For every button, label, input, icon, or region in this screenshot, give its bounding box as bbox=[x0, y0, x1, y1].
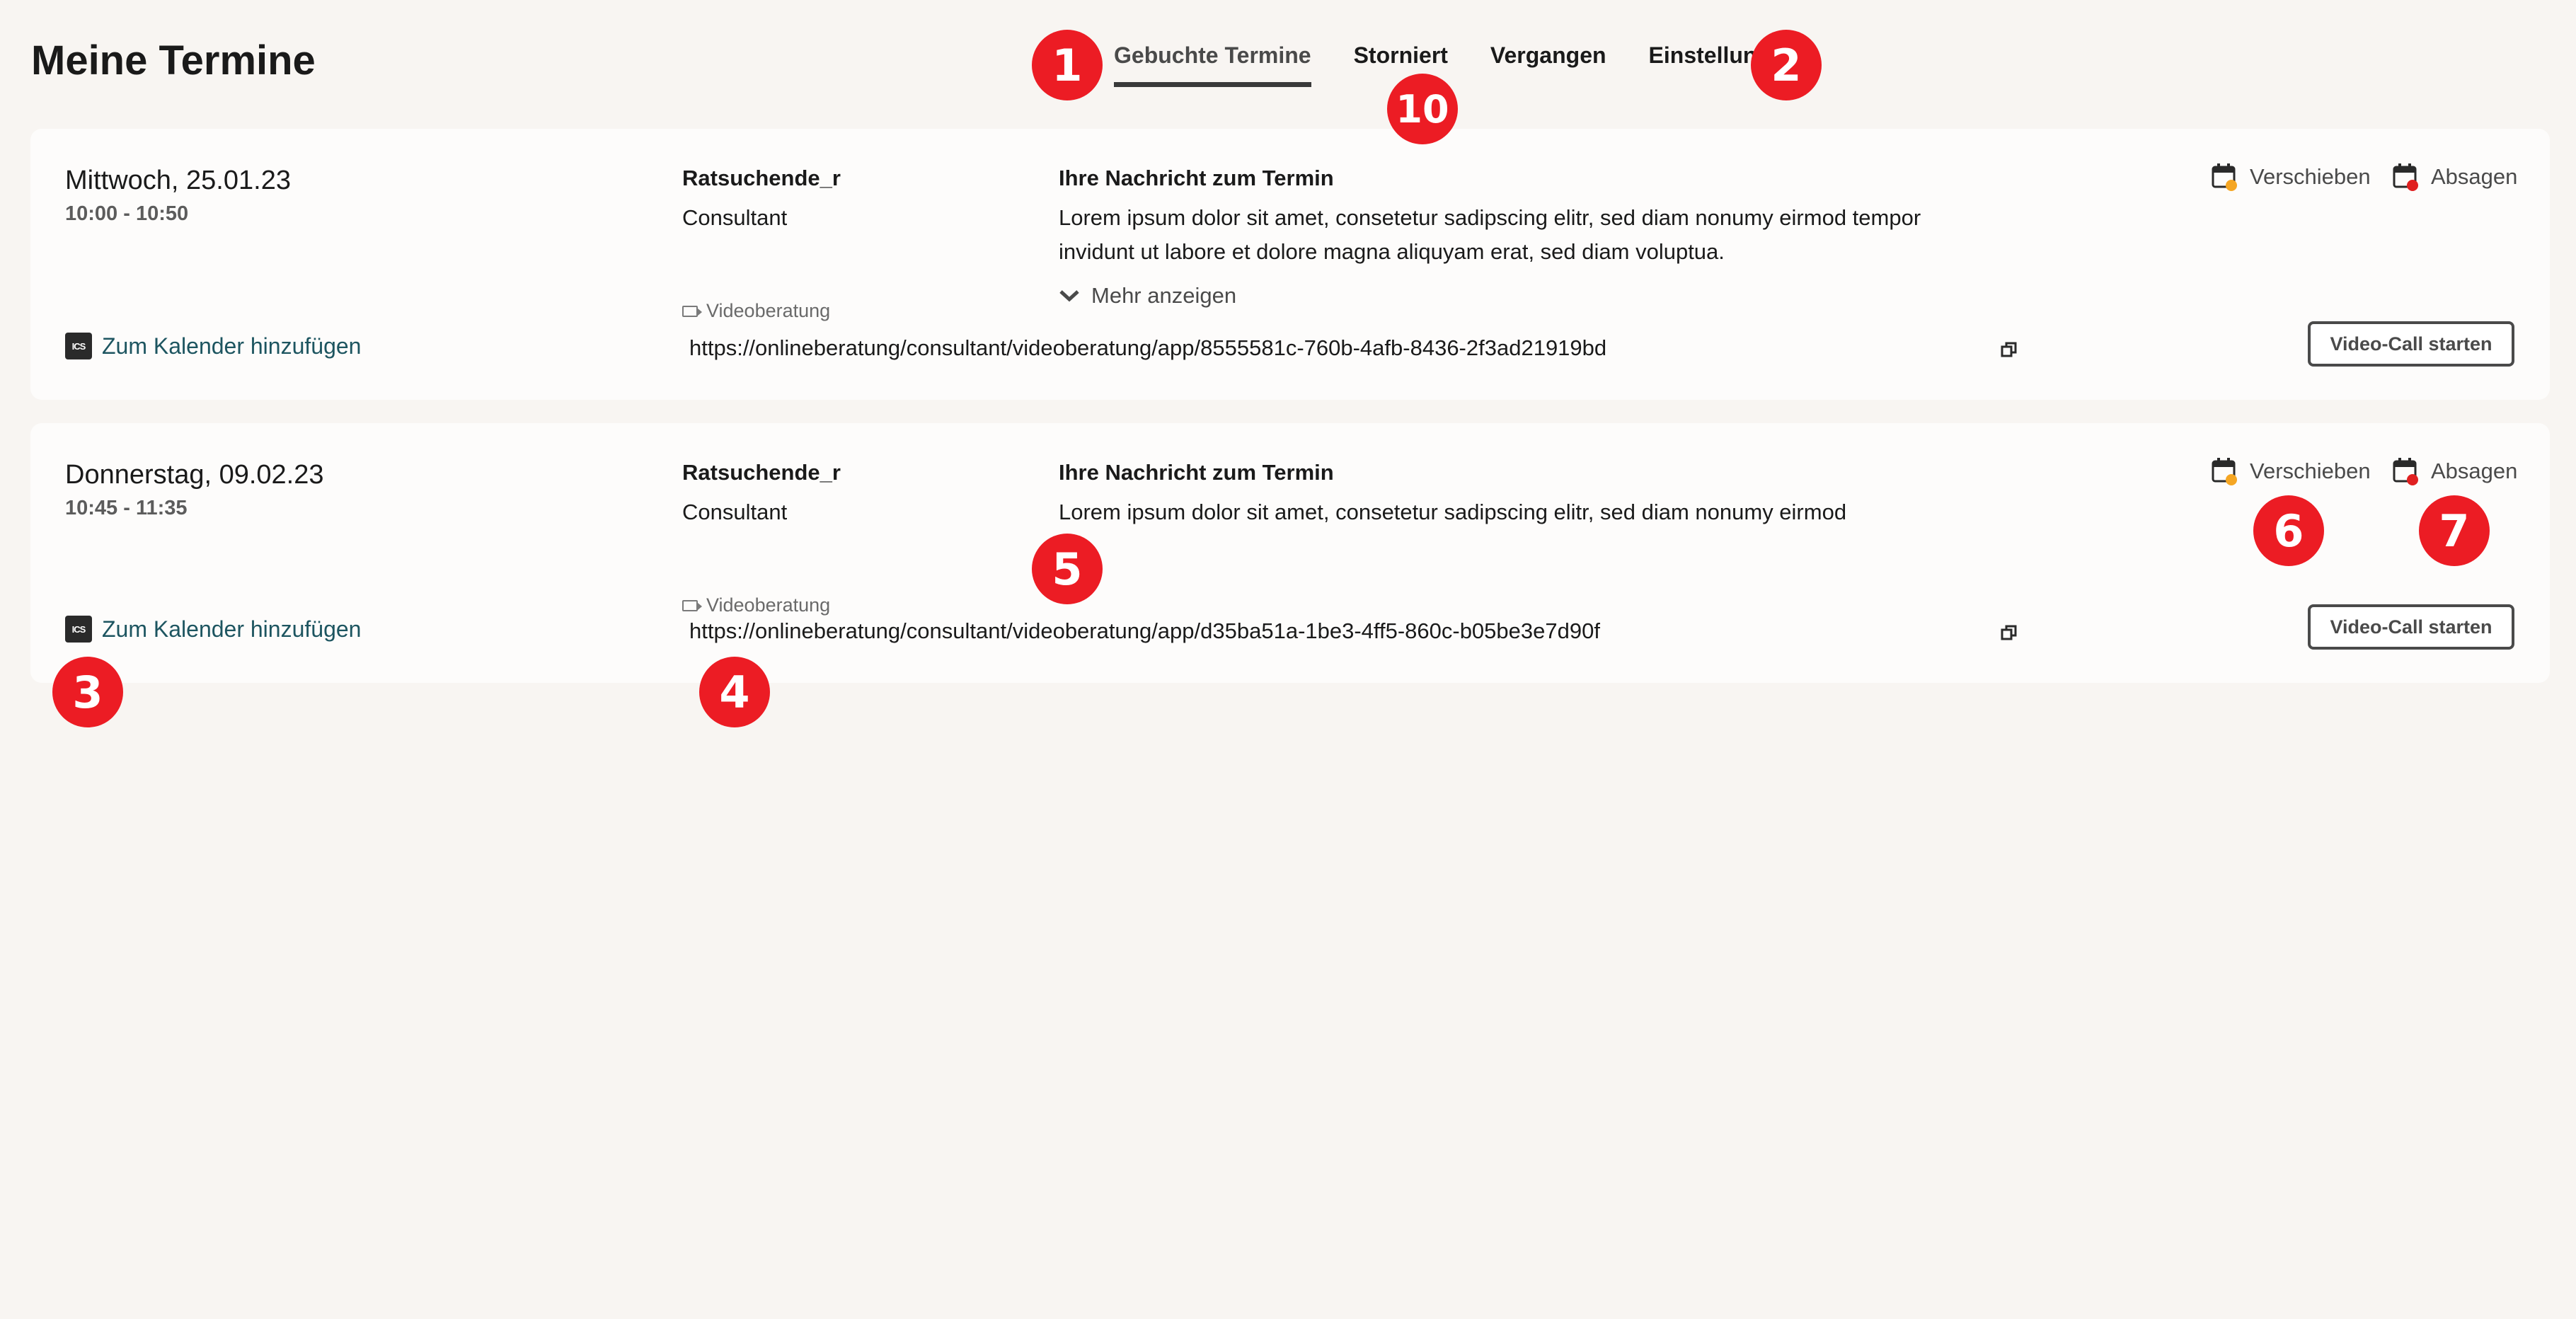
video-url[interactable]: https://onlineberatung/consultant/videob… bbox=[689, 335, 1606, 361]
add-to-calendar-label: Zum Kalender hinzufügen bbox=[102, 616, 362, 642]
add-to-calendar-link[interactable]: ICS Zum Kalender hinzufügen bbox=[65, 333, 361, 359]
reschedule-button[interactable]: Verschieben bbox=[2212, 457, 2371, 485]
start-video-call-button[interactable]: Video-Call starten bbox=[2308, 604, 2514, 650]
annotation-marker: 3 bbox=[52, 657, 123, 727]
reschedule-label: Verschieben bbox=[2250, 459, 2371, 483]
client-name: Ratsuchende_r bbox=[682, 166, 841, 190]
message-text: Lorem ipsum dolor sit amet, consetetur s… bbox=[1059, 205, 1921, 264]
appointment-card: Donnerstag, 09.02.23 10:45 - 11:35 Ratsu… bbox=[30, 423, 2550, 683]
appointment-card: Mittwoch, 25.01.23 10:00 - 10:50 Ratsuch… bbox=[30, 129, 2550, 400]
reschedule-label: Verschieben bbox=[2250, 164, 2371, 189]
ics-file-icon: ICS bbox=[65, 616, 92, 643]
cancel-appointment-button[interactable]: Absagen bbox=[2393, 457, 2517, 485]
message-heading: Ihre Nachricht zum Termin bbox=[1059, 166, 1334, 190]
client-name: Ratsuchende_r bbox=[682, 460, 841, 485]
copy-icon[interactable] bbox=[2001, 624, 2018, 641]
add-to-calendar-link[interactable]: ICS Zum Kalender hinzufügen bbox=[65, 616, 361, 643]
start-video-call-button[interactable]: Video-Call starten bbox=[2308, 321, 2514, 367]
cancel-appointment-button[interactable]: Absagen bbox=[2393, 163, 2517, 191]
client-role: Consultant bbox=[682, 500, 788, 524]
appointment-time: 10:00 - 10:50 bbox=[65, 202, 189, 225]
calendar-reschedule-icon bbox=[2212, 163, 2237, 191]
appointment-date: Mittwoch, 25.01.23 bbox=[65, 166, 291, 195]
cancel-label: Absagen bbox=[2431, 164, 2518, 189]
message-text: Lorem ipsum dolor sit amet, consetetur s… bbox=[1059, 500, 1847, 524]
appointment-time: 10:45 - 11:35 bbox=[65, 497, 188, 519]
appointment-date: Donnerstag, 09.02.23 bbox=[65, 460, 324, 490]
show-more-button[interactable]: Mehr anzeigen bbox=[1059, 283, 1236, 309]
tab-bar: Gebuchte Termine Storniert Vergangen Ein… bbox=[1114, 42, 1797, 87]
show-more-label: Mehr anzeigen bbox=[1091, 283, 1237, 308]
annotation-marker: 5 bbox=[1032, 534, 1103, 604]
add-to-calendar-label: Zum Kalender hinzufügen bbox=[102, 333, 362, 359]
annotation-marker: 4 bbox=[699, 657, 770, 727]
tab-past[interactable]: Vergangen bbox=[1490, 42, 1606, 87]
video-url[interactable]: https://onlineberatung/consultant/videob… bbox=[689, 618, 1600, 644]
client-role: Consultant bbox=[682, 205, 788, 230]
ics-file-icon: ICS bbox=[65, 333, 92, 359]
chevron-down-icon bbox=[1059, 290, 1079, 302]
tab-booked[interactable]: Gebuchte Termine bbox=[1114, 42, 1311, 87]
video-label-text: Videoberatung bbox=[706, 300, 831, 321]
annotation-marker: 10 bbox=[1387, 74, 1458, 144]
video-consultation-label: Videoberatung bbox=[682, 594, 830, 616]
annotation-marker: 2 bbox=[1751, 30, 1822, 100]
message-heading: Ihre Nachricht zum Termin bbox=[1059, 460, 1334, 485]
reschedule-button[interactable]: Verschieben bbox=[2212, 163, 2371, 191]
calendar-cancel-icon bbox=[2393, 458, 2418, 485]
video-consultation-label: Videoberatung bbox=[682, 300, 830, 322]
annotation-marker: 7 bbox=[2419, 495, 2490, 566]
cancel-label: Absagen bbox=[2431, 459, 2518, 483]
annotation-marker: 6 bbox=[2253, 495, 2324, 566]
video-label-text: Videoberatung bbox=[706, 594, 831, 616]
annotation-marker: 1 bbox=[1032, 30, 1103, 100]
copy-icon[interactable] bbox=[2001, 341, 2018, 358]
calendar-cancel-icon bbox=[2393, 163, 2418, 191]
page-title: Meine Termine bbox=[31, 38, 316, 83]
video-camera-icon bbox=[682, 305, 702, 317]
calendar-reschedule-icon bbox=[2212, 458, 2237, 485]
video-camera-icon bbox=[682, 599, 702, 611]
